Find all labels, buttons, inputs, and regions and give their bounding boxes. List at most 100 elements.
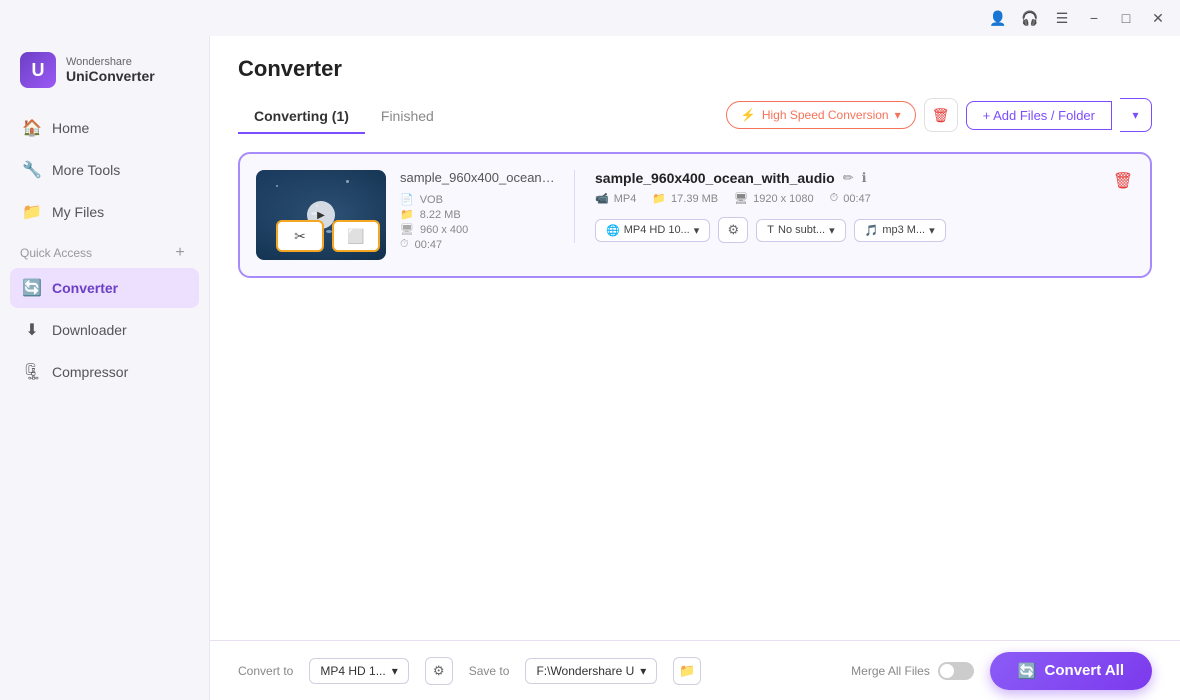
format-settings-button[interactable]: ⚙ (425, 657, 453, 685)
lightning-icon: ⚡ (741, 108, 756, 122)
format-chevron: ▾ (392, 664, 398, 678)
logo-icon: U (20, 52, 56, 88)
headphones-button[interactable]: 🎧 (1016, 4, 1044, 32)
tab-converting[interactable]: Converting (1) (238, 100, 365, 134)
merge-toggle[interactable] (938, 662, 974, 680)
sidebar-item-converter-label: Converter (52, 280, 118, 296)
file-card: ▶ ✂ ⬜ sample_960x400_ocean_wit... (238, 152, 1152, 278)
settings-button[interactable]: ⚙ (718, 217, 748, 243)
path-label: F:\Wondershare U (536, 664, 634, 678)
converter-icon: 🔄 (22, 278, 42, 298)
trash-icon: 🗑 (932, 107, 950, 124)
output-clock-icon: ⏱ (830, 192, 839, 205)
title-bar: 👤 🎧 ☰ − □ ✕ (0, 0, 1180, 36)
compressor-icon: 🗜 (22, 362, 42, 382)
output-display-icon: 🖥 (734, 192, 748, 205)
output-resolution: 1920 x 1080 (753, 193, 814, 205)
sidebar-item-my-files[interactable]: 📁 My Files (10, 192, 199, 232)
audio-select[interactable]: 🎵 mp3 M... ▾ (854, 219, 946, 242)
source-meta: 📄 VOB 📁 8.22 MB 🖥 960 x 400 ⏱ (400, 193, 560, 251)
logo-brand: Wondershare (66, 56, 155, 68)
menu-button[interactable]: ☰ (1048, 4, 1076, 32)
convert-all-label: Convert All (1045, 662, 1124, 679)
file-delete-button[interactable]: 🗑 (1110, 168, 1136, 194)
audio-label: mp3 M... (882, 224, 925, 236)
edit-name-button[interactable]: ✏ (843, 170, 854, 186)
minimize-button[interactable]: − (1080, 4, 1108, 32)
merge-row: Merge All Files (851, 662, 974, 680)
sidebar-logo: U Wondershare UniConverter (0, 36, 209, 108)
profile-button[interactable]: 👤 (984, 4, 1012, 32)
scissors-icon: ✂ (294, 228, 306, 245)
bottom-bar: Convert to MP4 HD 1... ▾ ⚙ Save to F:\Wo… (210, 640, 1180, 700)
chevron-down-icon-2: ▾ (1132, 108, 1138, 122)
source-duration-row: ⏱ 00:47 (400, 238, 560, 251)
logo-app: UniConverter (66, 68, 155, 84)
save-to-label: Save to (469, 664, 510, 678)
output-format: MP4 (614, 193, 637, 205)
subtitle-chevron: ▾ (829, 224, 835, 237)
sidebar-item-downloader[interactable]: ⬇ Downloader (10, 310, 199, 350)
sidebar-item-more-tools[interactable]: 🔧 More Tools (10, 150, 199, 190)
audio-icon: 🎵 (865, 224, 879, 237)
source-format: VOB (420, 194, 443, 206)
quality-chevron: ▾ (694, 224, 700, 237)
browse-folder-button[interactable]: 📁 (673, 657, 701, 685)
subtitle-select[interactable]: T No subt... ▾ (756, 219, 845, 242)
source-format-row: 📄 VOB (400, 193, 560, 206)
convert-to-label: Convert to (238, 664, 293, 678)
output-options: 🌐 MP4 HD 10... ▾ ⚙ T No subt... ▾ 🎵 (595, 217, 1134, 243)
app-body: U Wondershare UniConverter 🏠 Home 🔧 More… (0, 36, 1180, 700)
sidebar-item-home-label: Home (52, 120, 89, 136)
quick-access-add-button[interactable]: + (171, 244, 189, 262)
add-files-button[interactable]: + Add Files / Folder (966, 101, 1112, 130)
quality-icon: 🌐 (606, 224, 620, 237)
source-resolution: 960 x 400 (420, 224, 468, 236)
close-button[interactable]: ✕ (1144, 4, 1172, 32)
maximize-button[interactable]: □ (1112, 4, 1140, 32)
page-title: Converter (238, 56, 1152, 82)
sidebar-item-compressor[interactable]: 🗜 Compressor (10, 352, 199, 392)
sidebar-item-converter[interactable]: 🔄 Converter (10, 268, 199, 308)
source-filename: sample_960x400_ocean_wit... (400, 170, 560, 185)
merge-label: Merge All Files (851, 664, 930, 678)
folder-icon: 📁 (400, 208, 414, 221)
quick-access: Quick Access + (0, 232, 209, 268)
add-files-label: + Add Files / Folder (983, 108, 1095, 123)
high-speed-button[interactable]: ⚡ High Speed Conversion ▾ (726, 101, 916, 129)
clock-icon: ⏱ (400, 238, 409, 251)
high-speed-label: High Speed Conversion (762, 108, 889, 122)
delete-all-button[interactable]: 🗑 (924, 98, 958, 132)
tabs-row: Converting (1) Finished ⚡ High Speed Con… (238, 98, 1152, 136)
format-label: MP4 HD 1... (320, 664, 385, 678)
star-1 (276, 185, 278, 187)
format-select[interactable]: MP4 HD 1... ▾ (309, 658, 408, 684)
source-resolution-row: 🖥 960 x 400 (400, 223, 560, 236)
output-meta: 📹 MP4 📁 17.39 MB 🖥 1920 x 1080 ⏱ (595, 192, 1134, 205)
convert-all-button[interactable]: 🔄 Convert All (990, 652, 1152, 690)
output-name-row: sample_960x400_ocean_with_audio ✏ ℹ (595, 170, 1134, 186)
my-files-icon: 📁 (22, 202, 42, 222)
tab-finished[interactable]: Finished (365, 100, 450, 134)
content-area: ▶ ✂ ⬜ sample_960x400_ocean_wit... (210, 136, 1180, 640)
quality-select[interactable]: 🌐 MP4 HD 10... ▾ (595, 219, 710, 242)
output-format-item: 📹 MP4 (595, 192, 636, 205)
trim-button[interactable]: ✂ (276, 220, 324, 252)
info-button[interactable]: ℹ (862, 170, 867, 186)
crop-icon: ⬜ (347, 228, 364, 245)
sidebar-item-home[interactable]: 🏠 Home (10, 108, 199, 148)
path-select[interactable]: F:\Wondershare U ▾ (525, 658, 657, 684)
file-output-info: sample_960x400_ocean_with_audio ✏ ℹ 📹 MP… (574, 170, 1134, 243)
output-filename: sample_960x400_ocean_with_audio (595, 170, 835, 186)
source-size: 8.22 MB (420, 209, 461, 221)
more-tools-icon: 🔧 (22, 160, 42, 180)
chevron-down-icon: ▾ (895, 108, 901, 122)
output-size-item: 📁 17.39 MB (652, 192, 718, 205)
crop-button[interactable]: ⬜ (332, 220, 380, 252)
toolbar: ⚡ High Speed Conversion ▾ 🗑 + Add Files … (726, 98, 1152, 136)
file-icon: 📄 (400, 193, 414, 206)
subtitle-icon: T (767, 224, 774, 236)
add-files-dropdown-button[interactable]: ▾ (1120, 98, 1152, 132)
source-size-row: 📁 8.22 MB (400, 208, 560, 221)
convert-icon: 🔄 (1018, 662, 1037, 680)
